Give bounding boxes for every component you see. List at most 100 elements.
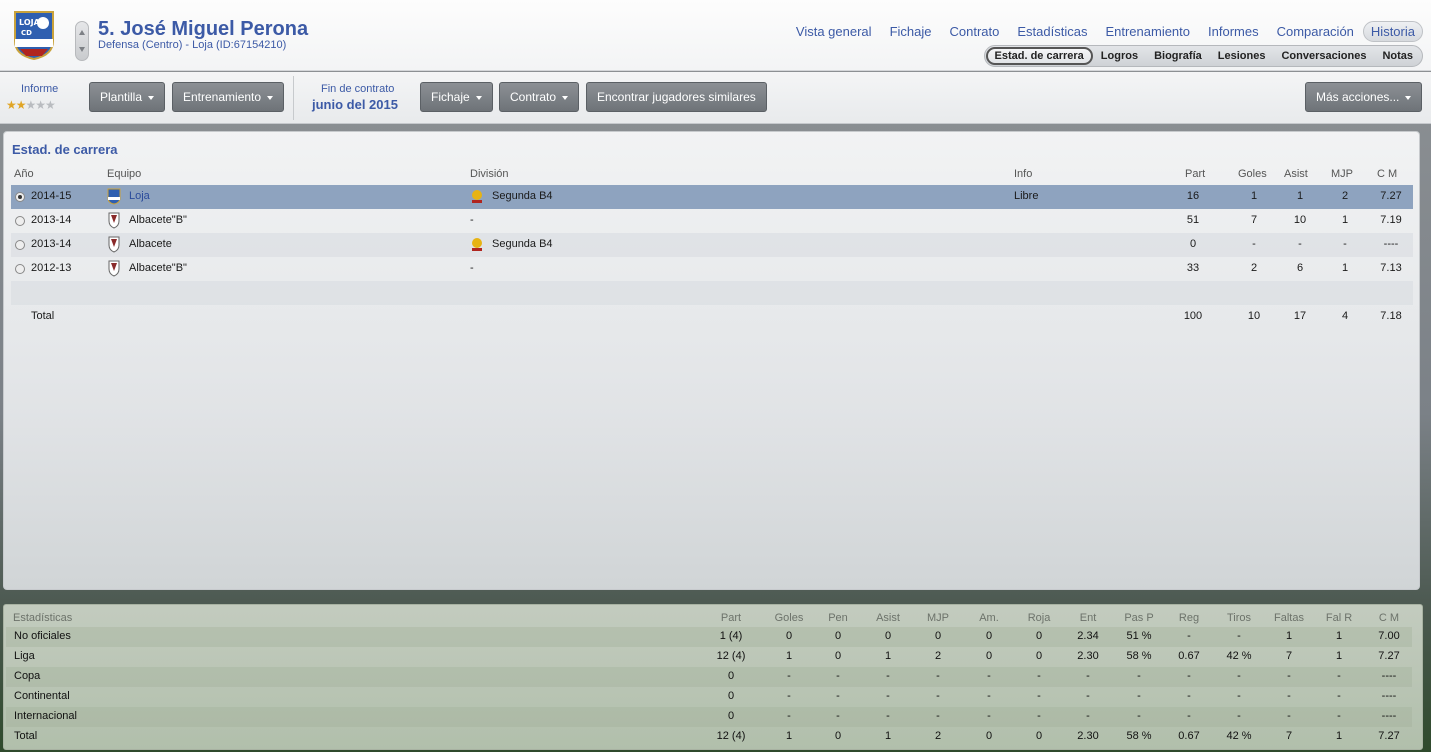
rating-stars[interactable]: ★★★★★ (6, 98, 56, 112)
stats-row: Liga 12 (4) 1 0 1 2 0 0 2.30 58 % 0.67 42 % 7 1 7.27 (6, 647, 1412, 667)
row-mjp: 2 (1341, 190, 1349, 202)
col-asist[interactable]: Asist (1284, 168, 1308, 180)
radio-icon[interactable] (15, 192, 25, 202)
row-cm: ---- (1383, 238, 1399, 250)
stats-cell: 0 (985, 630, 993, 642)
rfef-badge-icon (472, 190, 482, 203)
stats-cell: 2.34 (1077, 630, 1099, 642)
subnav-notas[interactable]: Notas (1374, 47, 1421, 65)
col-year[interactable]: Año (14, 168, 34, 180)
stats-cell: - (987, 670, 991, 682)
plantilla-button[interactable]: Plantilla (89, 82, 166, 112)
chevron-down-icon (148, 95, 155, 100)
nav-estadisticas[interactable]: Estadísticas (1008, 21, 1096, 42)
stats-row-label: Liga (14, 650, 35, 662)
up-down-arrows-icon[interactable] (75, 21, 89, 61)
stats-col-header[interactable]: Part (706, 612, 756, 624)
loja-crest-icon (107, 188, 121, 205)
entrenamiento-button[interactable]: Entrenamiento (172, 82, 285, 112)
stats-cell: 0 (985, 650, 993, 662)
table-row[interactable]: 2014-15 Loja Segunda B4 Libre 16 1 1 2 7… (11, 185, 1413, 209)
table-row[interactable]: 2013-14 Albacete Segunda B4 0 - - - ---- (11, 233, 1413, 257)
stats-cell: - (787, 690, 791, 702)
stats-cell: 7.27 (1378, 730, 1400, 742)
stats-cell: 0 (834, 650, 842, 662)
stats-col-header[interactable]: Reg (1164, 612, 1214, 624)
stats-cell: - (1037, 690, 1041, 702)
stats-col-header[interactable]: Tiros (1214, 612, 1264, 624)
radio-icon[interactable] (15, 216, 25, 226)
stats-cell: - (1287, 670, 1291, 682)
stats-col-header[interactable]: Roja (1014, 612, 1064, 624)
stats-cell: - (836, 670, 840, 682)
stats-cell: - (1137, 670, 1141, 682)
subnav-logros[interactable]: Logros (1093, 47, 1146, 65)
stats-row: Copa 0- - - - - - - - - - - - ---- (6, 667, 1412, 687)
subnav-estad-carrera[interactable]: Estad. de carrera (985, 47, 1093, 65)
subnav-conversaciones[interactable]: Conversaciones (1273, 47, 1374, 65)
row-team[interactable]: Albacete (129, 238, 172, 250)
row-division: Segunda B4 (492, 190, 553, 202)
nav-comparacion[interactable]: Comparación (1268, 21, 1363, 42)
stats-col-header[interactable]: Am. (964, 612, 1014, 624)
stats-row-label: Internacional (14, 710, 77, 722)
row-team[interactable]: Albacete"B" (129, 262, 187, 274)
row-asist: - (1298, 238, 1302, 250)
col-mjp[interactable]: MJP (1331, 168, 1353, 180)
stats-row: Continental 0- - - - - - - - - - - - ---- (6, 687, 1412, 707)
stats-col-header[interactable]: C M (1364, 612, 1414, 624)
row-team[interactable]: Albacete"B" (129, 214, 187, 226)
stats-col-header[interactable]: Pas P (1114, 612, 1164, 624)
col-part[interactable]: Part (1185, 168, 1205, 180)
stats-col-header[interactable]: MJP (913, 612, 963, 624)
radio-icon[interactable] (15, 240, 25, 250)
stats-cell: 58 % (1126, 650, 1152, 662)
player-name: 5. José Miguel Perona (98, 18, 309, 40)
stats-cell: - (1086, 670, 1090, 682)
col-goles[interactable]: Goles (1238, 168, 1267, 180)
fichaje-button[interactable]: Fichaje (420, 82, 493, 112)
row-year: 2013-14 (31, 214, 72, 226)
stats-cell: 0 (985, 730, 993, 742)
stats-cell: - (886, 670, 890, 682)
stats-cell: 2.30 (1077, 650, 1099, 662)
stats-col-header[interactable]: Pen (813, 612, 863, 624)
nav-vista-general[interactable]: Vista general (787, 21, 881, 42)
row-part: 16 (1186, 190, 1200, 202)
season-stats-panel: Estadísticas Part Goles Pen Asist MJP Am. Roja… (3, 604, 1423, 750)
stats-cell: - (787, 710, 791, 722)
contrato-label: Contrato (510, 90, 557, 104)
col-division[interactable]: División (470, 168, 509, 180)
stats-cell: 0 (1035, 730, 1043, 742)
col-cm[interactable]: C M (1377, 168, 1397, 180)
row-year: 2014-15 (31, 190, 72, 202)
stats-row-label: Continental (14, 690, 70, 702)
col-info[interactable]: Info (1014, 168, 1032, 180)
nav-historia[interactable]: Historia (1362, 21, 1423, 42)
contrato-button[interactable]: Contrato (499, 82, 580, 112)
sub-nav: Estad. de carrera Logros Biografía Lesio… (983, 45, 1423, 67)
stats-col-header[interactable]: Goles (764, 612, 814, 624)
stats-col-header[interactable]: Fal R (1314, 612, 1364, 624)
table-row[interactable]: 2013-14 Albacete"B" - 51 7 10 1 7.19 (11, 209, 1413, 233)
total-row: Total 100 10 17 4 7.18 (11, 305, 1413, 329)
albacete-crest-icon (108, 212, 120, 229)
stats-cell: - (936, 690, 940, 702)
stats-col-header[interactable]: Asist (863, 612, 913, 624)
table-row[interactable]: 2012-13 Albacete"B" - 33 2 6 1 7.13 (11, 257, 1413, 281)
stats-cell: 1 (1335, 650, 1343, 662)
nav-fichaje[interactable]: Fichaje (881, 21, 941, 42)
radio-icon[interactable] (15, 264, 25, 274)
nav-entrenamiento[interactable]: Entrenamiento (1096, 21, 1199, 42)
subnav-biografia[interactable]: Biografía (1146, 47, 1210, 65)
more-actions-button[interactable]: Más acciones... (1305, 82, 1423, 112)
nav-contrato[interactable]: Contrato (940, 21, 1008, 42)
stats-col-header[interactable]: Faltas (1264, 612, 1314, 624)
stats-cell: - (936, 710, 940, 722)
subnav-lesiones[interactable]: Lesiones (1210, 47, 1274, 65)
nav-informes[interactable]: Informes (1199, 21, 1268, 42)
stats-col-header[interactable]: Ent (1063, 612, 1113, 624)
find-similar-button[interactable]: Encontrar jugadores similares (586, 82, 767, 112)
col-team[interactable]: Equipo (107, 168, 141, 180)
row-team-link[interactable]: Loja (129, 190, 150, 202)
